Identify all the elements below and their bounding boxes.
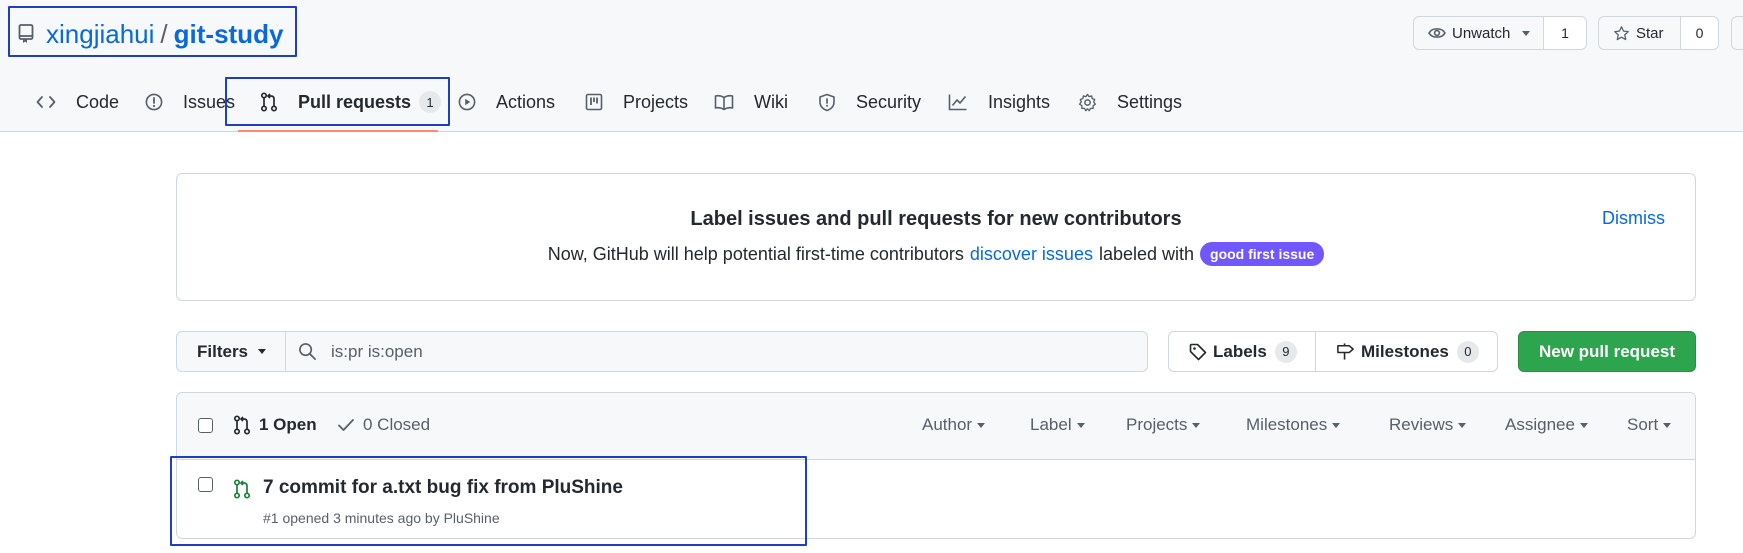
book-icon [714,94,744,111]
filter-bar: Filters is:pr is:open [176,331,1148,372]
assignee-filter-label: Assignee [1505,415,1575,434]
chevron-down-icon [1192,422,1201,428]
star-icon [1613,25,1630,42]
eye-icon [1428,26,1446,40]
tab-insights-label: Insights [988,91,1051,112]
check-icon [337,417,363,433]
tab-issues[interactable]: Issues [145,78,235,126]
tab-security-label: Security [856,91,922,112]
chevron-down-icon [1458,422,1467,428]
tab-code-label: Code [76,91,120,112]
label-filter-label: Label [1030,415,1072,434]
selected-tab-underline [238,130,438,132]
stargazers-count[interactable]: 0 [1681,16,1719,50]
label-filter[interactable]: Label [1030,415,1085,435]
projects-filter[interactable]: Projects [1126,415,1201,435]
author-filter-label: Author [922,415,973,434]
sort-filter[interactable]: Sort [1627,415,1672,435]
list-header: 1 Open 0 Closed Author Label Projects Mi… [177,393,1695,460]
tab-insights[interactable]: Insights [948,78,1050,126]
tab-security[interactable]: Security [818,78,921,126]
unwatch-button[interactable]: Unwatch [1413,16,1544,50]
milestones-count: 0 [1456,340,1479,363]
unwatch-label: Unwatch [1452,24,1511,42]
pull-requests-tab-highlight [225,77,450,126]
issue-opened-icon [145,93,173,111]
chevron-down-icon [1332,422,1341,428]
pr-row-highlight [170,456,807,546]
tab-actions[interactable]: Actions [458,78,555,126]
star-button[interactable]: Star [1598,16,1681,50]
tab-settings-label: Settings [1117,91,1183,112]
search-value: is:pr is:open [331,341,423,361]
closed-filter-link[interactable]: 0 Closed [337,415,430,435]
tab-projects[interactable]: Projects [585,78,688,126]
star-label: Star [1636,24,1664,42]
milestones-filter-label: Milestones [1246,415,1328,434]
chevron-down-icon [258,349,267,354]
watchers-count[interactable]: 1 [1544,16,1587,50]
gear-icon [1078,93,1107,112]
labels-count: 9 [1274,340,1297,363]
good-first-issue-label[interactable]: good first issue [1200,242,1325,266]
closed-count-label: 0 Closed [363,415,431,434]
milestones-filter[interactable]: Milestones [1246,415,1341,435]
banner-text-after: labeled with [1098,243,1195,264]
repo-title-highlight [8,6,297,57]
banner-title: Label issues and pull requests for new c… [690,208,1182,230]
chevron-down-icon [977,422,986,428]
tab-actions-label: Actions [496,91,556,112]
tab-wiki-label: Wiki [754,91,788,112]
chevron-down-icon [1579,422,1588,428]
graph-icon [948,93,978,111]
chevron-down-icon [1076,422,1085,428]
tab-wiki[interactable]: Wiki [714,78,788,126]
milestones-label: Milestones [1361,341,1449,361]
chevron-down-icon [1663,422,1672,428]
filters-label: Filters [197,341,249,361]
open-count-label: 1 Open [259,415,317,434]
search-input[interactable]: is:pr is:open [285,331,1148,372]
tab-settings[interactable]: Settings [1078,78,1182,126]
git-pull-request-icon [233,415,259,435]
table-icon [585,93,613,111]
tag-icon [1189,343,1207,361]
milestones-button[interactable]: Milestones 0 [1315,331,1498,372]
new-pull-request-button[interactable]: New pull request [1518,331,1696,372]
filters-button[interactable]: Filters [176,331,286,372]
play-icon [458,93,486,111]
dismiss-button[interactable]: Dismiss [1602,208,1665,229]
reviews-filter-label: Reviews [1389,415,1454,434]
open-filter-link[interactable]: 1 Open [233,415,317,435]
assignee-filter[interactable]: Assignee [1505,415,1588,435]
code-icon [36,94,66,110]
projects-filter-label: Projects [1126,415,1188,434]
tab-code[interactable]: Code [36,78,119,126]
labels-label: Labels [1213,341,1267,361]
author-filter[interactable]: Author [922,415,986,435]
chevron-down-icon [1522,30,1531,36]
reviews-filter[interactable]: Reviews [1389,415,1467,435]
first-contributors-banner: Label issues and pull requests for new c… [176,173,1696,301]
banner-text-before: Now, GitHub will help potential first-ti… [547,243,964,264]
tab-projects-label: Projects [623,91,689,112]
labels-button[interactable]: Labels 9 [1168,331,1316,372]
fork-button[interactable] [1731,16,1743,50]
discover-issues-link[interactable]: discover issues [970,244,1093,265]
shield-icon [818,93,846,112]
search-icon [298,342,331,361]
labels-milestones-group: Labels 9 Milestones 0 [1168,331,1498,372]
milestone-icon [1336,342,1355,361]
sort-filter-label: Sort [1627,415,1659,434]
select-all-checkbox[interactable] [198,418,213,433]
banner-text: Now, GitHub will help potential first-ti… [177,242,1695,266]
